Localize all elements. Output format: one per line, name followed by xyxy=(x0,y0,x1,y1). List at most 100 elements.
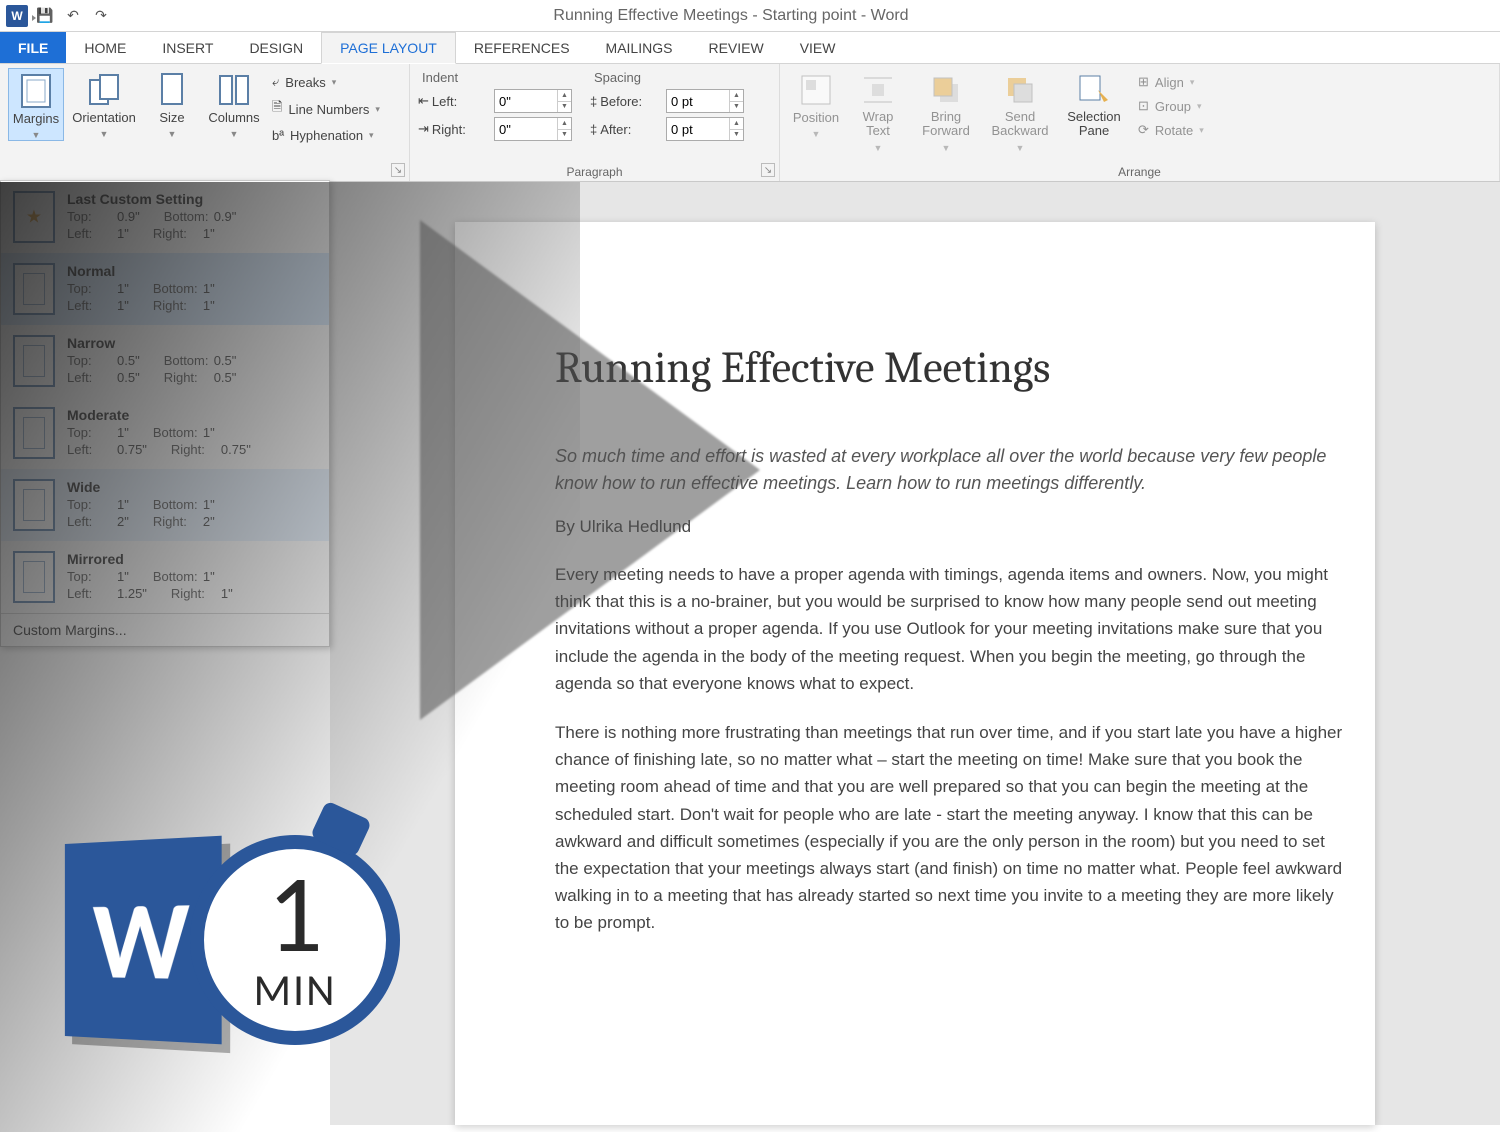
bring-label: Bring Forward xyxy=(912,110,980,139)
margin-info: ModerateTop:1"Bottom:1"Left:0.75"Right:0… xyxy=(67,407,317,459)
ribbon: Margins▼ Orientation▼ Size▼ Columns▼ ⤶Br… xyxy=(0,64,1500,182)
document-title: Running Effective Meetings - Starting po… xyxy=(112,7,1500,25)
size-icon xyxy=(154,72,190,108)
margin-option-narrow[interactable]: NarrowTop:0.5"Bottom:0.5"Left:0.5"Right:… xyxy=(1,325,329,397)
columns-button[interactable]: Columns▼ xyxy=(206,68,262,139)
group-paragraph: Indent ⇤Left: ▲▼ ⇥Right: ▲▼ Spacing ‡Bef… xyxy=(410,64,780,181)
spacing-header: Spacing xyxy=(590,70,744,85)
margin-thumb-icon xyxy=(13,191,55,243)
spinner-icon[interactable]: ▲▼ xyxy=(557,118,571,140)
quick-access-toolbar: W 💾 ↶ ↷ xyxy=(0,5,112,27)
rotate-button[interactable]: ⟳Rotate ▾ xyxy=(1134,120,1208,140)
indent-left-label: ⇤Left: xyxy=(418,93,490,109)
margin-info: NormalTop:1"Bottom:1"Left:1"Right:1" xyxy=(67,263,317,315)
position-icon xyxy=(798,72,834,108)
send-backward-button[interactable]: Send Backward▼ xyxy=(986,68,1054,153)
margins-button[interactable]: Margins▼ xyxy=(8,68,64,141)
hyphenation-button[interactable]: bªHyphenation ▾ xyxy=(268,126,384,145)
tab-design[interactable]: DESIGN xyxy=(231,32,321,63)
tab-page-layout[interactable]: PAGE LAYOUT xyxy=(321,32,456,64)
wrap-icon xyxy=(860,72,896,108)
align-icon: ⊞ xyxy=(1138,74,1149,90)
margin-option-wide[interactable]: WideTop:1"Bottom:1"Left:2"Right:2" xyxy=(1,469,329,541)
group-button[interactable]: ⊡Group ▾ xyxy=(1134,96,1208,116)
margins-icon xyxy=(18,73,54,109)
margin-info: WideTop:1"Bottom:1"Left:2"Right:2" xyxy=(67,479,317,531)
orientation-button[interactable]: Orientation▼ xyxy=(70,68,138,139)
spacing-before-icon: ‡ xyxy=(590,94,597,109)
columns-icon xyxy=(216,72,252,108)
arrange-group-label: Arrange xyxy=(788,163,1491,179)
video-badge: W 1 MIN xyxy=(60,835,400,1045)
margin-info: Last Custom SettingTop:0.9"Bottom:0.9"Le… xyxy=(67,191,317,243)
custom-margins-item[interactable]: Custom Margins... xyxy=(1,613,329,646)
tab-insert[interactable]: INSERT xyxy=(144,32,231,63)
spinner-icon[interactable]: ▲▼ xyxy=(729,90,743,112)
tab-mailings[interactable]: MAILINGS xyxy=(588,32,691,63)
group-icon: ⊡ xyxy=(1138,98,1149,114)
rotate-icon: ⟳ xyxy=(1138,122,1149,138)
tab-review[interactable]: REVIEW xyxy=(690,32,781,63)
title-bar: W 💾 ↶ ↷ Running Effective Meetings - Sta… xyxy=(0,0,1500,32)
margin-thumb-icon xyxy=(13,479,55,531)
selection-pane-button[interactable]: Selection Pane xyxy=(1060,68,1128,139)
tab-view[interactable]: VIEW xyxy=(782,32,854,63)
undo-icon[interactable]: ↶ xyxy=(62,5,84,27)
page-setup-dialog-launcher[interactable]: ↘ xyxy=(391,163,405,177)
margin-thumb-icon xyxy=(13,407,55,459)
orientation-icon xyxy=(86,72,122,108)
indent-header: Indent xyxy=(418,70,572,85)
columns-label: Columns xyxy=(208,110,259,125)
tab-references[interactable]: REFERENCES xyxy=(456,32,588,63)
margin-option-moderate[interactable]: ModerateTop:1"Bottom:1"Left:0.75"Right:0… xyxy=(1,397,329,469)
orientation-label: Orientation xyxy=(72,110,136,125)
line-numbers-label: Line Numbers xyxy=(288,102,369,117)
ribbon-tabs: FILE HOME INSERT DESIGN PAGE LAYOUT REFE… xyxy=(0,32,1500,64)
margin-thumb-icon xyxy=(13,263,55,315)
breaks-label: Breaks xyxy=(285,75,325,90)
tab-home[interactable]: HOME xyxy=(66,32,144,63)
margins-dropdown: Last Custom SettingTop:0.9"Bottom:0.9"Le… xyxy=(0,180,330,647)
margin-thumb-icon xyxy=(13,335,55,387)
paragraph-dialog-launcher[interactable]: ↘ xyxy=(761,163,775,177)
line-numbers-button[interactable]: 🗎Line Numbers ▾ xyxy=(268,96,384,122)
align-label: Align xyxy=(1155,75,1184,90)
line-numbers-icon: 🗎 xyxy=(272,98,282,120)
size-button[interactable]: Size▼ xyxy=(144,68,200,139)
margins-label: Margins xyxy=(13,111,59,126)
spinner-icon[interactable]: ▲▼ xyxy=(729,118,743,140)
breaks-button[interactable]: ⤶Breaks ▾ xyxy=(268,72,384,92)
rotate-label: Rotate xyxy=(1155,123,1193,138)
send-backward-icon xyxy=(1002,72,1038,108)
spacing-after-icon: ‡ xyxy=(590,122,597,137)
timer-badge: 1 MIN xyxy=(190,835,400,1045)
send-label: Send Backward xyxy=(986,110,1054,139)
group-page-setup: Margins▼ Orientation▼ Size▼ Columns▼ ⤶Br… xyxy=(0,64,410,181)
margin-option-normal[interactable]: NormalTop:1"Bottom:1"Left:1"Right:1" xyxy=(1,253,329,325)
spacing-before-label: ‡Before: xyxy=(590,94,662,109)
play-icon[interactable] xyxy=(420,220,760,720)
indent-left-icon: ⇤ xyxy=(418,93,429,109)
hyphenation-label: Hyphenation xyxy=(290,128,363,143)
doc-para-2: There is nothing more frustrating than m… xyxy=(555,719,1345,937)
redo-icon[interactable]: ↷ xyxy=(90,5,112,27)
spinner-icon[interactable]: ▲▼ xyxy=(557,90,571,112)
indent-right-icon: ⇥ xyxy=(418,121,429,137)
margin-thumb-icon xyxy=(13,551,55,603)
wrap-text-button[interactable]: Wrap Text▼ xyxy=(850,68,906,153)
align-button[interactable]: ⊞Align ▾ xyxy=(1134,72,1208,92)
margin-option-last-custom-setting[interactable]: Last Custom SettingTop:0.9"Bottom:0.9"Le… xyxy=(1,181,329,253)
save-icon[interactable]: 💾 xyxy=(34,5,56,27)
margin-option-mirrored[interactable]: MirroredTop:1"Bottom:1"Left:1.25"Right:1… xyxy=(1,541,329,613)
word-app-icon[interactable]: W xyxy=(6,5,28,27)
paragraph-group-label: Paragraph xyxy=(418,163,771,179)
spacing-after-label: ‡After: xyxy=(590,122,662,137)
tab-file[interactable]: FILE xyxy=(0,32,66,63)
position-button[interactable]: Position▼ xyxy=(788,68,844,139)
hyphenation-icon: bª xyxy=(272,128,284,143)
margin-info: MirroredTop:1"Bottom:1"Left:1.25"Right:1… xyxy=(67,551,317,603)
group-arrange: Position▼ Wrap Text▼ Bring Forward▼ Send… xyxy=(780,64,1500,181)
group-label: Group xyxy=(1155,99,1191,114)
bring-forward-button[interactable]: Bring Forward▼ xyxy=(912,68,980,153)
bring-forward-icon xyxy=(928,72,964,108)
